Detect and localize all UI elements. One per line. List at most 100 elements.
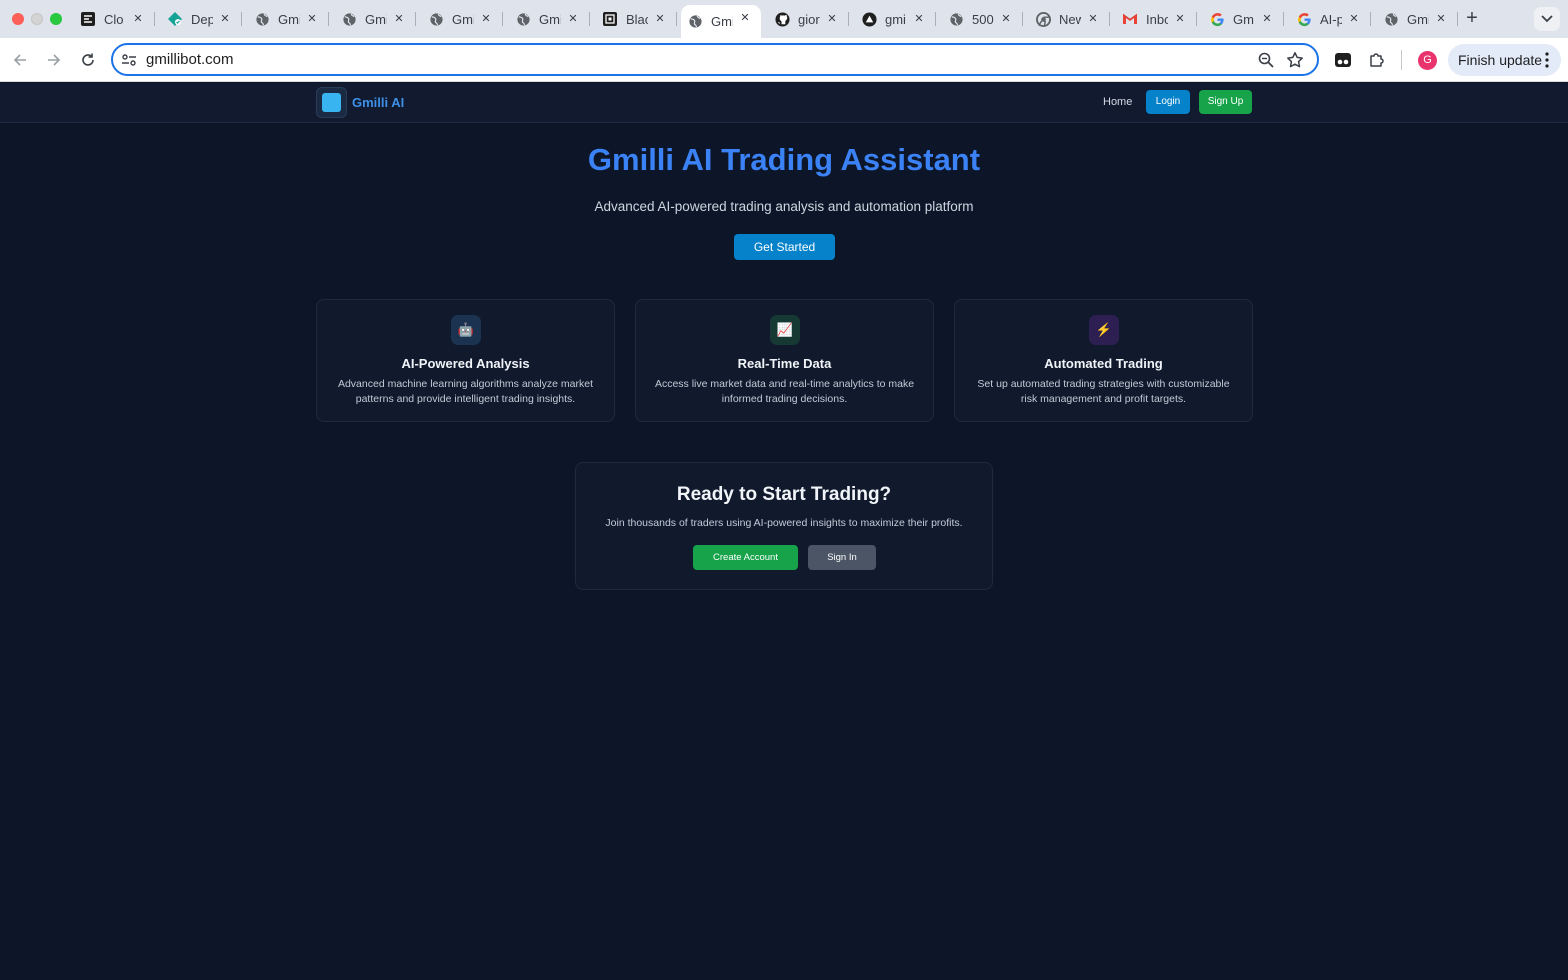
- close-tab-icon[interactable]: ✕: [1085, 11, 1101, 27]
- browser-tab[interactable]: Gmi ✕: [422, 6, 503, 32]
- nav-login-button[interactable]: Login: [1146, 90, 1190, 114]
- globe-icon: [515, 11, 531, 27]
- browser-tab[interactable]: Gm ✕: [1203, 6, 1284, 32]
- brand-name[interactable]: Gmilli AI: [352, 95, 404, 110]
- close-tab-icon[interactable]: ✕: [478, 11, 494, 27]
- globe-icon: [341, 11, 357, 27]
- feature-title: Automated Trading: [1044, 356, 1163, 371]
- feature-card-analysis: 🤖 AI-Powered Analysis Advanced machine l…: [316, 299, 615, 422]
- nav-signup-button[interactable]: Sign Up: [1199, 90, 1252, 114]
- gmail-icon: [1122, 11, 1138, 27]
- site-header: Gmilli AI Home Login Sign Up: [0, 83, 1568, 123]
- deploy-icon: [167, 11, 183, 27]
- browser-tab[interactable]: Gmi ✕: [509, 6, 590, 32]
- profile-avatar[interactable]: G: [1418, 51, 1437, 70]
- tab-title: Gmi: [278, 11, 300, 27]
- tab-title: AI-p: [1320, 11, 1342, 27]
- close-tab-icon[interactable]: ✕: [1346, 11, 1362, 27]
- brand-logo[interactable]: [316, 87, 347, 118]
- tab-title: Dep: [191, 11, 213, 27]
- browser-tab[interactable]: New ✕: [1029, 6, 1110, 32]
- feature-title: AI-Powered Analysis: [401, 356, 530, 371]
- browser-tab[interactable]: Gmi ✕: [248, 6, 329, 32]
- sign-in-button[interactable]: Sign In: [808, 545, 876, 570]
- close-tab-icon[interactable]: ✕: [391, 11, 407, 27]
- feature-card-realtime: 📈 Real-Time Data Access live market data…: [635, 299, 934, 422]
- tab-separator: [241, 12, 242, 26]
- cta-section: Ready to Start Trading? Join thousands o…: [575, 462, 993, 590]
- github-icon: [774, 11, 790, 27]
- tab-active[interactable]: Gmi ✕: [681, 5, 761, 38]
- close-tab-icon[interactable]: ✕: [217, 11, 233, 27]
- create-account-button[interactable]: Create Account: [693, 545, 798, 570]
- close-tab-icon[interactable]: ✕: [824, 11, 840, 27]
- close-tab-icon[interactable]: ✕: [565, 11, 581, 27]
- tab-separator: [1370, 12, 1371, 26]
- browser-tab[interactable]: gmi ✕: [855, 6, 936, 32]
- close-tab-icon[interactable]: ✕: [652, 11, 668, 27]
- maximize-window-button[interactable]: [50, 13, 62, 25]
- close-tab-icon[interactable]: ✕: [911, 11, 927, 27]
- tab-separator: [415, 12, 416, 26]
- close-tab-icon[interactable]: ✕: [998, 11, 1014, 27]
- close-window-button[interactable]: [12, 13, 24, 25]
- clone-icon: [80, 11, 96, 27]
- tab-separator: [1022, 12, 1023, 26]
- tab-separator: [154, 12, 155, 26]
- close-tab-icon[interactable]: ✕: [1259, 11, 1275, 27]
- incognito-extension-button[interactable]: [1333, 50, 1353, 70]
- tab-title: Inbo: [1146, 11, 1168, 27]
- close-tab-icon[interactable]: ✕: [1433, 11, 1449, 27]
- robot-icon: 🤖: [451, 315, 481, 345]
- browser-tab[interactable]: Gmi ✕: [1377, 6, 1458, 32]
- tab-separator: [935, 12, 936, 26]
- back-button[interactable]: [10, 50, 30, 70]
- feature-card-automated: ⚡ Automated Trading Set up automated tra…: [954, 299, 1253, 422]
- tab-separator: [1109, 12, 1110, 26]
- tab-separator: [1283, 12, 1284, 26]
- close-tab-icon[interactable]: ✕: [130, 11, 146, 27]
- browser-tab[interactable]: gior ✕: [768, 6, 849, 32]
- globe-icon: [687, 14, 703, 30]
- site-info-icon[interactable]: [121, 52, 137, 68]
- nav-home-link[interactable]: Home: [1103, 96, 1132, 108]
- browser-tab[interactable]: Dep ✕: [161, 6, 242, 32]
- toolbar-divider: [1401, 50, 1402, 70]
- tab-title: gior: [798, 11, 820, 27]
- browser-tab[interactable]: 500 ✕: [942, 6, 1023, 32]
- feature-description: Set up automated trading strategies with…: [977, 378, 1230, 405]
- globe-icon: [1383, 11, 1399, 27]
- new-tab-button[interactable]: +: [1462, 8, 1482, 29]
- close-tab-icon[interactable]: ✕: [304, 11, 320, 27]
- bookmark-star-icon[interactable]: [1286, 51, 1304, 69]
- extension-app-icon: [1335, 53, 1351, 67]
- browser-tab[interactable]: Blac✕: [596, 6, 677, 32]
- browser-tab[interactable]: AI-p ✕: [1290, 6, 1371, 32]
- tab-separator: [1196, 12, 1197, 26]
- finish-update-button[interactable]: Finish update: [1448, 44, 1561, 76]
- browser-tab[interactable]: Gmi ✕: [335, 6, 416, 32]
- minimize-window-button[interactable]: [31, 13, 43, 25]
- address-bar[interactable]: gmillibot.com: [111, 43, 1319, 76]
- cta-title: Ready to Start Trading?: [676, 484, 892, 505]
- tab-title: Gm: [1233, 11, 1254, 27]
- vercel-icon: [861, 11, 877, 27]
- browser-tab[interactable]: Inbo ✕: [1116, 6, 1197, 32]
- zoom-icon[interactable]: [1257, 51, 1275, 69]
- tab-search-button[interactable]: [1534, 7, 1560, 31]
- tab-separator: [589, 12, 590, 26]
- forward-button[interactable]: [44, 50, 64, 70]
- blackbox-icon: [602, 11, 618, 27]
- get-started-button[interactable]: Get Started: [734, 234, 835, 260]
- browser-tab[interactable]: Clo ✕: [74, 6, 155, 32]
- close-tab-icon[interactable]: ✕: [1172, 11, 1188, 27]
- url-text[interactable]: gmillibot.com: [146, 51, 234, 68]
- puzzle-icon: [1370, 53, 1384, 67]
- tab-title: Clo: [104, 11, 124, 27]
- tab-title: gmi: [885, 11, 906, 27]
- feature-description: Advanced machine learning algorithms ana…: [337, 378, 594, 405]
- tab-separator: [1457, 12, 1458, 26]
- close-tab-icon[interactable]: ✕: [737, 10, 753, 26]
- reload-button[interactable]: [78, 50, 98, 70]
- extensions-button[interactable]: [1367, 50, 1387, 70]
